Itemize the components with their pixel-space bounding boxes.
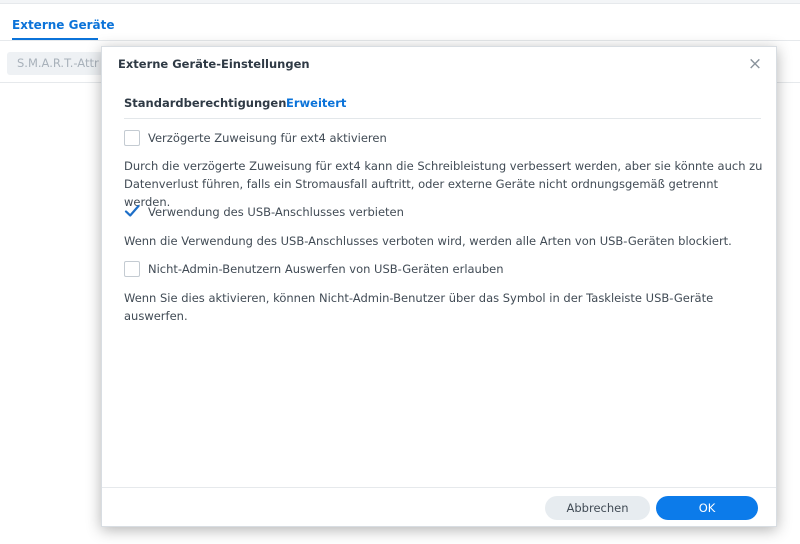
tab-advanced[interactable]: Erweitert	[286, 96, 346, 110]
delayed-allocation-checkbox[interactable]	[124, 130, 140, 146]
close-icon[interactable]: ×	[745, 54, 765, 74]
top-bar	[0, 0, 800, 4]
allow-eject-label: Nicht-Admin-Benutzern Auswerfen von USB-…	[148, 262, 504, 276]
forbid-usb-checkbox[interactable]	[124, 204, 140, 220]
delayed-allocation-label: Verzögerte Zuweisung für ext4 aktivieren	[148, 131, 387, 145]
checkmark-icon	[124, 204, 140, 217]
smart-attributes-button[interactable]: S.M.A.R.T.-Attr	[7, 52, 107, 75]
ok-button[interactable]: OK	[656, 496, 758, 520]
allow-eject-checkbox[interactable]	[124, 261, 140, 277]
tab-divider	[0, 40, 800, 41]
settings-dialog: Externe Geräte-Einstellungen × Standardb…	[101, 46, 777, 527]
tab-external-devices[interactable]: Externe Geräte	[12, 18, 114, 32]
footer-divider	[102, 487, 776, 488]
tab-divider-line	[124, 118, 761, 119]
dialog-tabs: Standardberechtigungen Erweitert	[124, 96, 760, 118]
allow-eject-description: Wenn Sie dies aktivieren, können Nicht-A…	[124, 291, 714, 323]
dialog-title: Externe Geräte-Einstellungen	[118, 57, 310, 71]
delayed-allocation-description: Durch die verzögerte Zuweisung für ext4 …	[124, 159, 763, 209]
forbid-usb-label: Verwendung des USB-Anschlusses verbieten	[148, 205, 404, 219]
cancel-button[interactable]: Abbrechen	[545, 496, 650, 520]
forbid-usb-description: Wenn die Verwendung des USB-Anschlusses …	[124, 234, 732, 248]
tab-default-permissions[interactable]: Standardberechtigungen	[124, 96, 286, 110]
